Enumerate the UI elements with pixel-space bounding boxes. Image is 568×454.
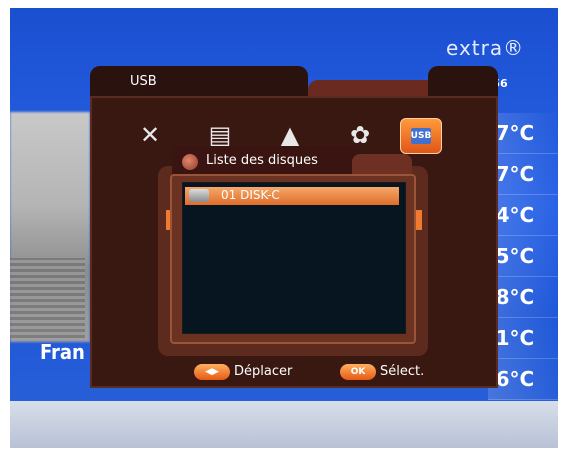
menu-title-bar: USB [90,66,308,96]
disk-list-icon [182,154,198,170]
weather-temperatures: .7°C .7°C .4°C .5°C .8°C .1°C .6°C [488,113,558,400]
disk-panel-tab-edge [352,154,412,174]
channel-logo: extra® [446,36,525,60]
disk-list-frame: 01 DISK-C [170,174,416,344]
ok-button-icon: OK [340,364,376,380]
hard-disk-icon [189,189,209,202]
disk-label: 01 DISK-C [221,188,280,202]
tv-frame: extra® :56 .7°C .7°C .4°C .5°C .8°C .1°C… [0,0,568,454]
temperature-item: .1°C [488,318,558,359]
menu-title-bar-mid [308,80,438,96]
temperature-item: .5°C [488,236,558,277]
move-label: Déplacer [234,364,293,379]
disk-row[interactable]: 01 DISK-C [185,187,399,205]
usb-icon[interactable]: USB [400,118,442,154]
menu-footer: ◀▶ Déplacer OK Sélect. [190,364,490,384]
temperature-item: .4°C [488,195,558,236]
tv-screen: extra® :56 .7°C .7°C .4°C .5°C .8°C .1°C… [10,8,558,448]
move-arrows-icon: ◀▶ [194,364,230,380]
select-label: Sélect. [380,364,425,379]
background-buildings [10,258,85,338]
temperature-item: .8°C [488,277,558,318]
temperature-item: .6°C [488,359,558,400]
tools-icon[interactable]: ✕ [130,118,170,152]
disk-list: 01 DISK-C [182,182,406,334]
channel-name: Fran [40,340,85,364]
usb-menu: USB ✕ ▤ ▲ ✿ USB Liste des disques 01 DIS… [90,66,498,388]
disk-panel-title: Liste des disques [206,153,318,168]
menu-title-bar-right [428,66,498,96]
menu-title: USB [130,74,157,89]
temperature-item: .7°C [488,113,558,154]
temperature-item: .7°C [488,154,558,195]
news-ticker [10,401,558,448]
